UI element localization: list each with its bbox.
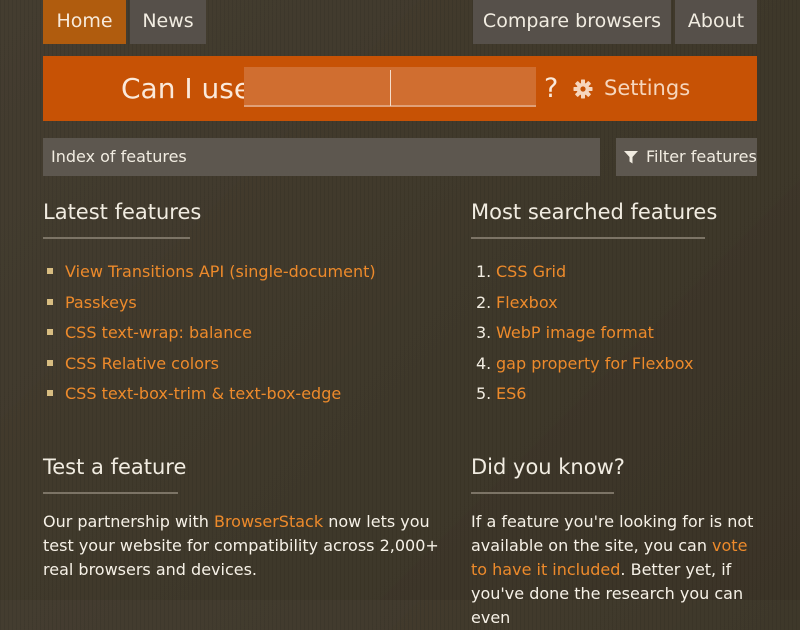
most-searched-section: Most searched features 1. CSS Grid 2. Flex… <box>471 200 757 414</box>
latest-features-list: View Transitions API (single-document) P… <box>43 261 443 414</box>
list-item: Passkeys <box>43 292 443 323</box>
list-item: 2. Flexbox <box>471 292 757 323</box>
feature-link[interactable]: gap property for Flexbox <box>496 353 693 375</box>
heading-underline <box>471 237 705 239</box>
nav-compare-browsers-link[interactable]: Compare browsers <box>473 0 671 44</box>
top-nav: Home News Compare browsers About <box>43 0 757 44</box>
text-segment: Our partnership with <box>43 512 214 531</box>
bullet <box>47 390 53 396</box>
text-cursor <box>390 70 391 106</box>
filter-features-button[interactable]: Filter features <box>616 138 757 176</box>
index-of-features-button[interactable]: Index of features <box>43 138 600 176</box>
bullet <box>47 359 53 366</box>
gear-icon <box>573 79 593 99</box>
list-item: CSS text-box-trim & text-box-edge <box>43 383 443 414</box>
search-label: Can I use <box>121 72 252 105</box>
nav-news-link[interactable]: News <box>130 0 206 44</box>
heading-underline <box>43 237 190 239</box>
rank-number: 2. <box>476 292 492 312</box>
latest-features-section: Latest features View Transitions API (si… <box>43 200 443 414</box>
browserstack-link[interactable]: BrowserStack <box>214 512 323 531</box>
bullet <box>47 298 53 305</box>
most-searched-list: 1. CSS Grid 2. Flexbox 3. WebP image format… <box>471 261 757 414</box>
bullet <box>47 268 53 274</box>
search-question-mark: ? <box>544 73 559 104</box>
latest-features-heading: Latest features <box>43 200 202 224</box>
feature-link[interactable]: ES6 <box>496 383 526 405</box>
feature-link[interactable]: Flexbox <box>496 292 558 314</box>
rank-number: 4. <box>476 353 492 373</box>
rank-number: 5. <box>476 384 492 403</box>
list-item: 3. WebP image format <box>471 322 757 353</box>
feature-link[interactable]: WebP image format <box>496 322 654 344</box>
did-you-know-section: Did you know? If a feature you're lookin… <box>471 455 757 630</box>
list-item: 1. CSS Grid <box>471 261 757 292</box>
bullet <box>47 329 53 335</box>
list-item: CSS text-wrap: balance <box>43 322 443 353</box>
feature-link[interactable]: CSS text-box-trim & text-box-edge <box>65 383 341 405</box>
nav-about-link[interactable]: About <box>675 0 757 44</box>
feature-link[interactable]: CSS Grid <box>496 261 566 283</box>
filter-label: Filter features <box>646 147 757 166</box>
test-feature-heading: Test a feature <box>43 455 187 479</box>
did-you-know-heading: Did you know? <box>471 455 625 479</box>
page: Home News Compare browsers About Can I u… <box>43 0 757 627</box>
feature-link[interactable]: CSS Relative colors <box>65 353 219 375</box>
did-you-know-text: If a feature you're looking for is not a… <box>471 510 757 630</box>
list-item: 5. ES6 <box>471 383 757 414</box>
test-feature-text: Our partnership with BrowserStack now le… <box>43 510 443 582</box>
most-searched-heading: Most searched features <box>471 200 718 224</box>
nav-home-link[interactable]: Home <box>43 0 126 44</box>
list-item: 4. gap property for Flexbox <box>471 353 757 384</box>
feature-link[interactable]: Passkeys <box>65 292 137 314</box>
rank-number: 1. <box>476 262 492 281</box>
feature-link[interactable]: CSS text-wrap: balance <box>65 322 252 344</box>
feature-link[interactable]: View Transitions API (single-document) <box>65 261 376 283</box>
list-item: View Transitions API (single-document) <box>43 261 443 292</box>
settings-label: Settings <box>604 76 691 100</box>
rank-number: 3. <box>476 323 492 342</box>
list-item: CSS Relative colors <box>43 353 443 384</box>
search-bar: Can I use ? Settings <box>43 56 757 121</box>
test-feature-section: Test a feature Our partnership with Brow… <box>43 455 443 582</box>
heading-underline <box>43 492 178 494</box>
heading-underline <box>471 492 614 494</box>
filter-icon <box>624 151 638 164</box>
